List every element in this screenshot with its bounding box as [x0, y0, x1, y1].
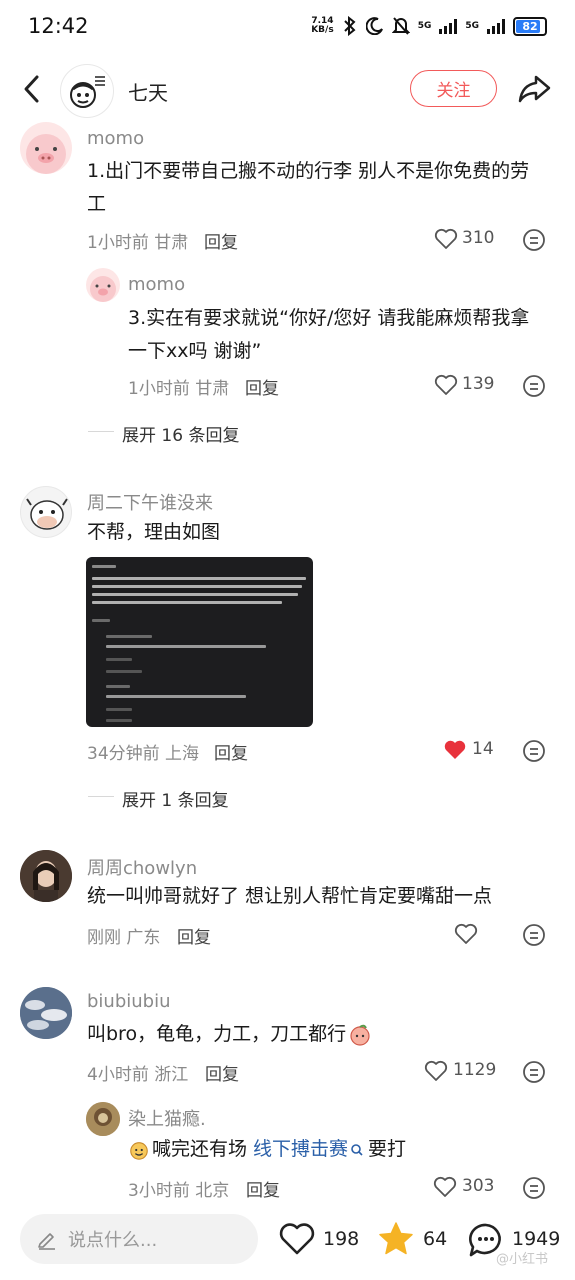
comment-avatar[interactable]	[20, 122, 72, 174]
pig-avatar-drawing	[90, 276, 116, 302]
pencil-icon	[38, 1233, 55, 1250]
alarm-off-icon	[391, 17, 410, 35]
comment-text: 统一叫帅哥就好了 想让别人帮忙肯定要嘴甜一点	[87, 885, 493, 907]
peach-emoji-icon	[350, 1024, 370, 1046]
comment-username[interactable]: 周周chowlyn	[87, 854, 197, 880]
divider	[88, 431, 114, 432]
comment-username[interactable]: 周二下午谁没来	[87, 489, 213, 515]
reply-text: 3.实在有要求就说“你好/您好 请我能麻烦帮我拿 一下xx吗 谢谢”	[128, 307, 530, 362]
reply-username[interactable]: 染上猫瘾.	[128, 1105, 206, 1131]
reply-button[interactable]: 回复	[205, 1060, 239, 1085]
photo-avatar-drawing	[20, 850, 72, 902]
like-heart-icon[interactable]	[434, 228, 458, 250]
reply-button[interactable]: 回复	[204, 228, 238, 253]
like-count: 310	[462, 228, 495, 248]
comment-username[interactable]: biubiubiu	[87, 991, 171, 1012]
emoji-reaction-icon[interactable]	[522, 374, 546, 398]
emoji-reaction-icon[interactable]	[522, 1060, 546, 1084]
back-arrow-icon[interactable]	[18, 72, 48, 106]
reply-button[interactable]: 回复	[214, 739, 248, 764]
comment-text: 1.出门不要带自己搬不动的行李 别人不是你免费的劳 工	[87, 160, 530, 215]
author-avatar[interactable]	[60, 64, 114, 118]
comment-avatar[interactable]	[20, 486, 72, 538]
status-icons: 7.14 KB/s 5G 5G 82	[311, 16, 547, 36]
favorite-star-icon[interactable]	[377, 1220, 415, 1258]
photo-avatar-drawing	[86, 1102, 120, 1136]
comment-text: 叫bro，龟龟，力工，刀工都行	[87, 1018, 372, 1051]
reply-avatar[interactable]	[86, 268, 120, 302]
reply-button[interactable]: 回复	[245, 374, 279, 399]
emoji-reaction-icon[interactable]	[522, 1176, 546, 1200]
comment-meta: 1小时前 甘肃	[87, 233, 189, 253]
like-heart-icon[interactable]	[433, 1176, 457, 1198]
search-icon[interactable]	[350, 1143, 364, 1157]
reply-username[interactable]: momo	[128, 274, 185, 295]
emoji-reaction-icon[interactable]	[522, 228, 546, 252]
reply-button[interactable]: 回复	[177, 923, 211, 948]
like-heart-icon[interactable]	[434, 374, 458, 396]
post-like-icon[interactable]	[278, 1222, 316, 1256]
comment-attached-image[interactable]	[86, 557, 313, 727]
topic-link[interactable]: 线下搏击赛	[253, 1133, 348, 1166]
comment-text: 不帮，理由如图	[87, 521, 221, 543]
reply-meta: 3小时前 北京	[128, 1181, 230, 1201]
author-name[interactable]: 七天	[128, 77, 168, 106]
bluetooth-icon	[343, 16, 356, 36]
comment-avatar[interactable]	[20, 987, 72, 1039]
expand-replies-button[interactable]: 展开 16 条回复	[122, 421, 239, 446]
comment-username[interactable]: momo	[87, 128, 144, 149]
like-heart-icon[interactable]	[424, 1060, 448, 1082]
post-like-count: 198	[323, 1228, 360, 1250]
face-emoji-icon	[130, 1141, 148, 1160]
signal1-label: 5G	[417, 21, 432, 31]
reply-meta: 1小时前 甘肃	[128, 379, 230, 399]
comment-meta: 刚刚 广东	[87, 928, 161, 948]
watermark: @小红书	[496, 1252, 549, 1267]
favorite-count: 64	[423, 1228, 448, 1250]
comment-count: 1949	[512, 1228, 561, 1250]
emoji-reaction-icon[interactable]	[522, 739, 546, 763]
battery-icon: 82	[513, 16, 547, 36]
expand-replies-button[interactable]: 展开 1 条回复	[122, 786, 229, 811]
comment-meta: 4小时前 浙江	[87, 1065, 189, 1085]
cow-avatar-drawing	[26, 498, 68, 530]
like-count: 139	[462, 374, 495, 394]
net-speed: 7.14 KB/s	[311, 16, 334, 35]
comment-meta: 34分钟前 上海	[87, 744, 200, 764]
author-avatar-drawing	[70, 76, 105, 108]
like-count: 14	[472, 739, 494, 759]
emoji-reaction-icon[interactable]	[522, 923, 546, 947]
reply-avatar[interactable]	[86, 1102, 120, 1136]
pig-avatar-drawing	[26, 134, 66, 174]
reply-text: 喊完还有场 线下搏击赛 要打	[128, 1133, 406, 1166]
follow-button[interactable]: 关注	[410, 70, 497, 107]
signal2-bars	[487, 18, 505, 34]
comment-avatar[interactable]	[20, 850, 72, 902]
sky-avatar-drawing	[20, 987, 72, 1039]
signal2-label: 5G	[465, 21, 479, 31]
like-heart-icon[interactable]	[454, 923, 478, 945]
liked-heart-icon[interactable]	[443, 739, 467, 761]
signal1-bars	[439, 18, 458, 34]
comment-input-placeholder: 说点什么...	[68, 1230, 158, 1251]
share-icon[interactable]	[516, 72, 552, 106]
status-time: 12:42	[28, 14, 89, 38]
like-count: 1129	[453, 1060, 497, 1080]
divider	[88, 796, 114, 797]
moon-icon	[365, 17, 383, 35]
reply-button[interactable]: 回复	[246, 1176, 280, 1201]
like-count: 303	[462, 1176, 495, 1196]
